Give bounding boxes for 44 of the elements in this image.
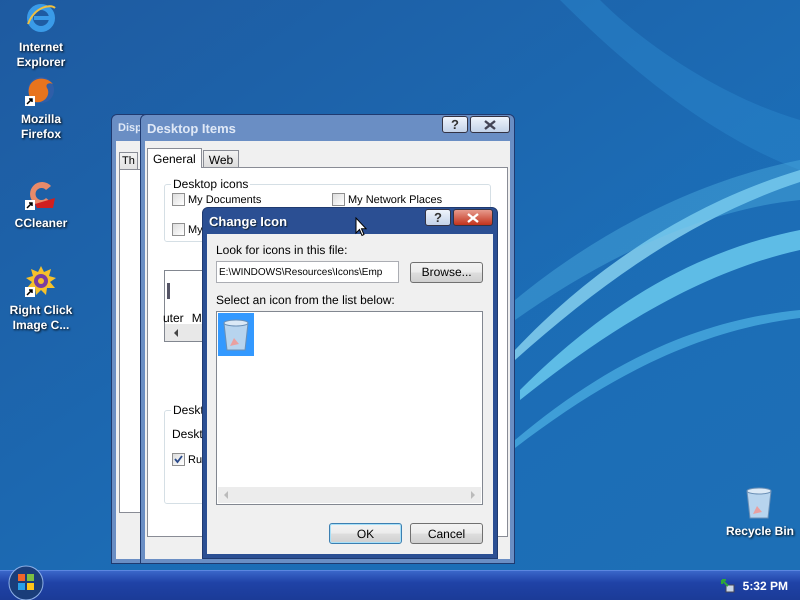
dialog-button[interactable]: Cancel [410,523,483,544]
close-icon [484,120,496,130]
list-item[interactable]: M [192,311,202,325]
window-title: Desktop Items [146,120,236,136]
field-label: Look for icons in this file: [216,243,348,257]
clock: 5:32 PM [742,578,788,592]
icon-tile[interactable] [218,313,254,356]
tab[interactable]: Th [119,152,138,169]
cursor-icon [355,217,367,237]
checkbox-label: Ru [188,454,202,466]
network-icon[interactable] [720,578,735,592]
list-label: Select an icon from the list below: [216,293,396,307]
checkbox[interactable] [172,193,185,206]
file-path-field[interactable]: E:\WINDOWS\Resources\Icons\Emp [216,261,400,283]
close-button[interactable] [453,209,493,226]
recycle-bin-icon [744,486,774,520]
list-item[interactable]: uter [163,311,184,325]
close-button[interactable] [470,116,510,133]
icon-label: CCleaner [14,216,68,231]
browse-button[interactable]: Browse... [410,262,483,282]
group-title: Desktop icons [171,177,250,191]
help-button[interactable]: ? [442,116,468,133]
browser-icon[interactable] [25,2,57,34]
checkbox-label: My Network Places [348,194,442,206]
group-text: Deskt [172,427,203,441]
checkbox[interactable] [172,453,185,466]
tab[interactable]: General [147,148,202,168]
recycle-bin-icon [221,318,251,352]
close-icon [467,212,479,222]
dialog-button[interactable]: OK [329,523,402,544]
help-button[interactable]: ? [425,209,451,226]
icon-label: Mozilla Firefox [20,112,62,142]
checkbox[interactable] [172,223,185,236]
tab[interactable]: Web [202,150,240,167]
checkbox[interactable] [332,193,345,206]
icon-list[interactable] [216,311,483,505]
window-title: Change Icon [208,214,288,228]
checkbox-label: My [188,224,203,236]
checkbox-label: My Documents [188,194,262,206]
icon-label: Recycle Bin [726,524,794,539]
start-orb-icon[interactable] [8,564,44,600]
globe-icon[interactable] [25,74,57,106]
icon-label: Internet Explorer [16,40,66,70]
icon-label: Right Click Image C... [8,303,74,333]
